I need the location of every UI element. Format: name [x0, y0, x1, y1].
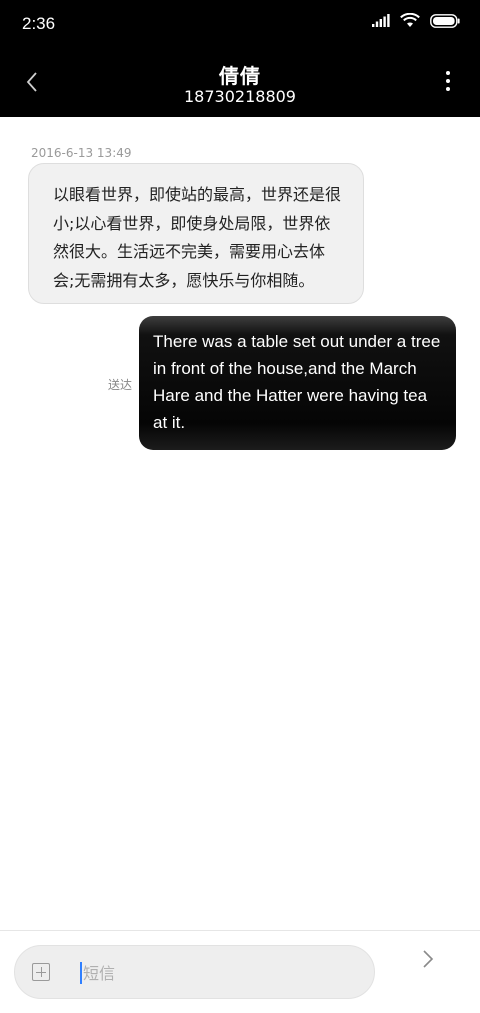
send-button[interactable] — [414, 946, 442, 976]
more-vertical-icon — [445, 70, 451, 96]
more-options-button[interactable] — [440, 68, 456, 98]
delivery-status: 送达 — [108, 378, 133, 392]
incoming-message-text: 以眼看世界，即使站的最高，世界还是很小;以心看世界，即使身处局限，世界依然很大。… — [53, 185, 342, 290]
add-box-icon[interactable] — [32, 963, 50, 981]
top-bar: 2:36 倩倩 18730218809 — [0, 0, 480, 117]
composer-divider — [0, 930, 480, 931]
incoming-message-bubble[interactable]: 以眼看世界，即使站的最高，世界还是很小;以心看世界，即使身处局限，世界依然很大。… — [28, 163, 364, 304]
message-input[interactable] — [83, 958, 353, 988]
battery-icon — [430, 13, 460, 28]
signal-icon — [372, 14, 390, 27]
send-chevron-icon — [422, 949, 434, 973]
outgoing-message-bubble[interactable]: There was a table set out under a tree i… — [139, 316, 456, 450]
wifi-icon — [400, 13, 420, 28]
outgoing-message-text: There was a table set out under a tree i… — [153, 332, 441, 432]
message-timestamp: 2016-6-13 13:49 — [31, 146, 132, 160]
contact-name: 倩倩 — [219, 64, 261, 88]
status-icons — [372, 13, 460, 28]
text-cursor — [80, 962, 82, 984]
sms-conversation-screen: 2:36 倩倩 18730218809 2016-6-13 13:49 以眼看世… — [0, 0, 480, 1013]
status-time: 2:36 — [22, 14, 56, 33]
contact-number: 18730218809 — [184, 87, 296, 106]
